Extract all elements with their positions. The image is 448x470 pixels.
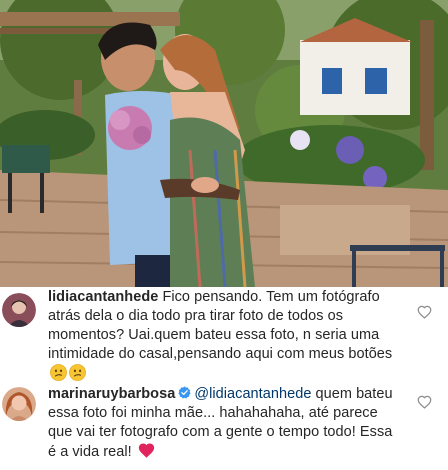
comment-item: marinaruybarbosa @lidiacantanhede quem b…: [0, 383, 448, 470]
red-heart-icon: [138, 443, 154, 458]
avatar[interactable]: [2, 293, 36, 327]
confused-face-icon: [69, 364, 86, 381]
comment-text: lidiacantanhede Fico pensando. Tem um fo…: [48, 288, 404, 384]
avatar[interactable]: [2, 387, 36, 421]
comments-section: lidiacantanhede Fico pensando. Tem um fo…: [0, 287, 448, 470]
heart-outline-icon[interactable]: [417, 395, 432, 409]
comment-username[interactable]: marinaruybarbosa: [48, 386, 175, 402]
comment-username[interactable]: lidiacantanhede: [48, 289, 158, 305]
couple-photo: [0, 0, 448, 287]
post-photo[interactable]: [0, 0, 448, 287]
verified-badge-icon: [178, 386, 191, 399]
comment-mention[interactable]: @lidiacantanhede: [194, 386, 311, 402]
heart-outline-icon[interactable]: [417, 305, 432, 319]
comment-text: marinaruybarbosa @lidiacantanhede quem b…: [48, 385, 404, 462]
confused-face-icon: [50, 364, 67, 381]
comment-item: lidiacantanhede Fico pensando. Tem um fo…: [0, 287, 448, 383]
